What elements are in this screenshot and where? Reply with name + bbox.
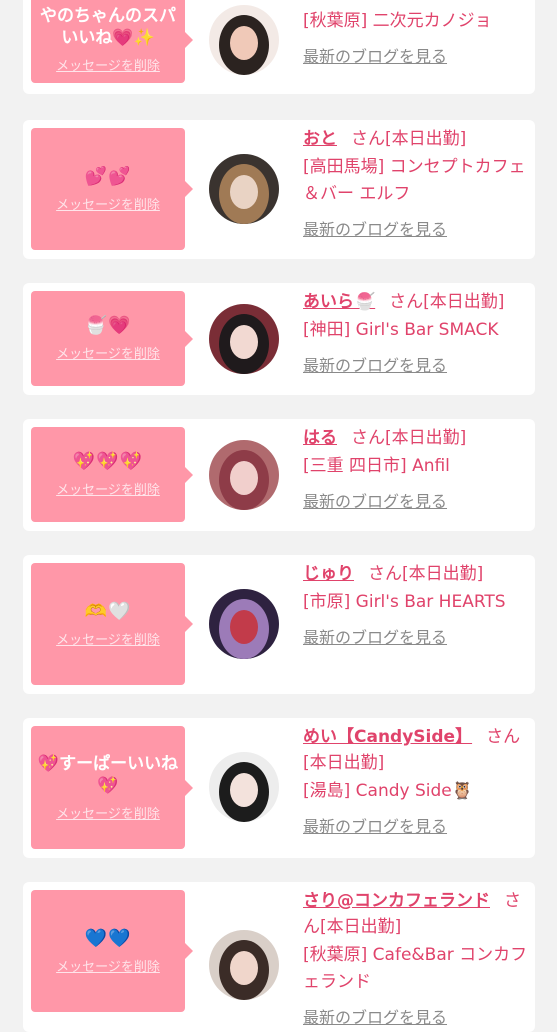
cast-name-link[interactable]: はる [303, 428, 337, 448]
message-bubble: 💕💕 メッセージを削除 [31, 128, 193, 250]
name-line: めい【CandySide】 さん [本日出勤] [303, 724, 531, 776]
latest-blog-link[interactable]: 最新のブログを見る [303, 624, 447, 648]
message-text: 🫶🤍 [84, 600, 132, 622]
message-text: 💙💙 [84, 927, 132, 949]
honorific: さん [351, 0, 385, 3]
cast-info: はる さん[本日出勤] [三重 四日市] Anfil 最新のブログを見る [303, 425, 531, 512]
cast-info: おと さん[本日出勤] [高田馬場] コンセプトカフェ＆バー エルフ最新のブログを見… [303, 126, 531, 240]
delete-message-link[interactable]: メッセージを削除 [56, 55, 160, 74]
work-status: [本日出勤] [385, 129, 467, 149]
message-bubble: 💖すーぱーいいね💖 メッセージを削除 [31, 726, 193, 849]
work-status: [本日出勤] [320, 917, 402, 937]
cast-info: あいら🍧 さん[本日出勤] [神田] Girl's Bar SMACK 最新のブログを… [303, 289, 531, 376]
message-card: 💙💙 メッセージを削除 さり@コンカフェランド さん[本日出勤] [秋葉原] Cafe&… [23, 882, 535, 1032]
latest-blog-link[interactable]: 最新のブログを見る [303, 352, 447, 376]
avatar[interactable] [209, 154, 279, 224]
name-line: あいら🍧 さん[本日出勤] [303, 289, 531, 315]
shop-name: [高田馬場] コンセプトカフェ＆バー エルフ [303, 157, 526, 204]
honorific: さん [351, 129, 385, 149]
message-card: 💕💕 メッセージを削除 おと さん[本日出勤] [高田馬場] コンセプトカフェ＆バー エ… [23, 120, 535, 259]
cast-name-link[interactable]: じゅり [303, 564, 354, 584]
name-line: おと さん[本日出勤] [303, 126, 531, 152]
latest-blog-link[interactable]: 最新のブログを見る [303, 216, 447, 240]
work-status: [本日出勤] [423, 292, 505, 312]
avatar[interactable] [209, 930, 279, 1000]
cast-name-link[interactable]: めい【CandySide】 [303, 727, 472, 747]
avatar[interactable] [209, 752, 279, 822]
message-bubble: 💖💖💖 メッセージを削除 [31, 427, 193, 522]
shop-name: [神田] Girl's Bar SMACK [303, 320, 499, 340]
message-text: 💖💖💖 [72, 451, 144, 472]
shop-name: [市原] Girl's Bar HEARTS [303, 592, 506, 612]
cast-info: さり@コンカフェランド さん[本日出勤] [秋葉原] Cafe&Bar コンカフェラ… [303, 888, 531, 1028]
message-bubble: やのちゃんのスパいいね💗✨ メッセージを削除 [31, 0, 193, 83]
message-card: 🍧💗 メッセージを削除 あいら🍧 さん[本日出勤] [神田] Girl's Bar SM… [23, 283, 535, 395]
message-text: 🍧💗 [84, 315, 132, 336]
cast-name-link[interactable]: おと [303, 129, 337, 149]
latest-blog-link[interactable]: 最新のブログを見る [303, 43, 447, 67]
latest-blog-link[interactable]: 最新のブログを見る [303, 488, 447, 512]
delete-message-link[interactable]: メッセージを削除 [56, 629, 160, 648]
message-bubble: 🍧💗 メッセージを削除 [31, 291, 193, 386]
message-text: 💕💕 [84, 165, 132, 187]
delete-message-link[interactable]: メッセージを削除 [56, 343, 160, 362]
message-card: 💖すーぱーいいね💖 メッセージを削除 めい【CandySide】 さん [本日出勤] [湯… [23, 718, 535, 858]
message-card: やのちゃんのスパいいね💗✨ メッセージを削除 やの さん [秋葉原] 二次元カノジョ最新… [23, 0, 535, 94]
message-bubble: 💙💙 メッセージを削除 [31, 890, 193, 1012]
message-text: 💖すーぱーいいね💖 [37, 754, 179, 796]
avatar[interactable] [209, 5, 279, 75]
message-bubble: 🫶🤍 メッセージを削除 [31, 563, 193, 685]
honorific: さん [351, 428, 385, 448]
latest-blog-link[interactable]: 最新のブログを見る [303, 813, 447, 837]
cast-name-link[interactable]: あいら🍧 [303, 292, 375, 312]
honorific: さん [368, 564, 402, 584]
name-line: じゅり さん[本日出勤] [303, 561, 531, 587]
latest-blog-link[interactable]: 最新のブログを見る [303, 1004, 447, 1028]
shop-name: [秋葉原] 二次元カノジョ [303, 11, 492, 31]
name-line: やの さん [303, 0, 531, 6]
honorific: さん [389, 292, 424, 312]
cast-info: やの さん [秋葉原] 二次元カノジョ最新のブログを見る [303, 0, 531, 67]
honorific: さん [486, 727, 521, 747]
shop-name: [湯島] Candy Side🦉 [303, 781, 473, 801]
shop-name: [三重 四日市] Anfil [303, 456, 450, 476]
cast-name-link[interactable]: やの [303, 0, 337, 3]
delete-message-link[interactable]: メッセージを削除 [56, 956, 160, 975]
name-line: さり@コンカフェランド さん[本日出勤] [303, 888, 531, 940]
work-status: [本日出勤] [303, 753, 385, 773]
shop-name: [秋葉原] Cafe&Bar コンカフェランド [303, 945, 528, 992]
avatar[interactable] [209, 440, 279, 510]
delete-message-link[interactable]: メッセージを削除 [56, 803, 160, 822]
cast-name-link[interactable]: さり@コンカフェランド [303, 891, 490, 911]
avatar[interactable] [209, 304, 279, 374]
delete-message-link[interactable]: メッセージを削除 [56, 479, 160, 498]
cast-info: じゅり さん[本日出勤] [市原] Girl's Bar HEARTS 最新のブログを… [303, 561, 531, 648]
name-line: はる さん[本日出勤] [303, 425, 531, 451]
work-status: [本日出勤] [385, 428, 467, 448]
delete-message-link[interactable]: メッセージを削除 [56, 194, 160, 213]
message-card: 💖💖💖 メッセージを削除 はる さん[本日出勤] [三重 四日市] Anfil 最新のブロ… [23, 419, 535, 531]
avatar[interactable] [209, 589, 279, 659]
cast-info: めい【CandySide】 さん [本日出勤] [湯島] Candy Side🦉 最新の… [303, 724, 531, 837]
work-status: [本日出勤] [402, 564, 484, 584]
message-card: 🫶🤍 メッセージを削除 じゅり さん[本日出勤] [市原] Girl's Bar HEA… [23, 555, 535, 694]
message-text: やのちゃんのスパいいね💗✨ [40, 6, 176, 48]
